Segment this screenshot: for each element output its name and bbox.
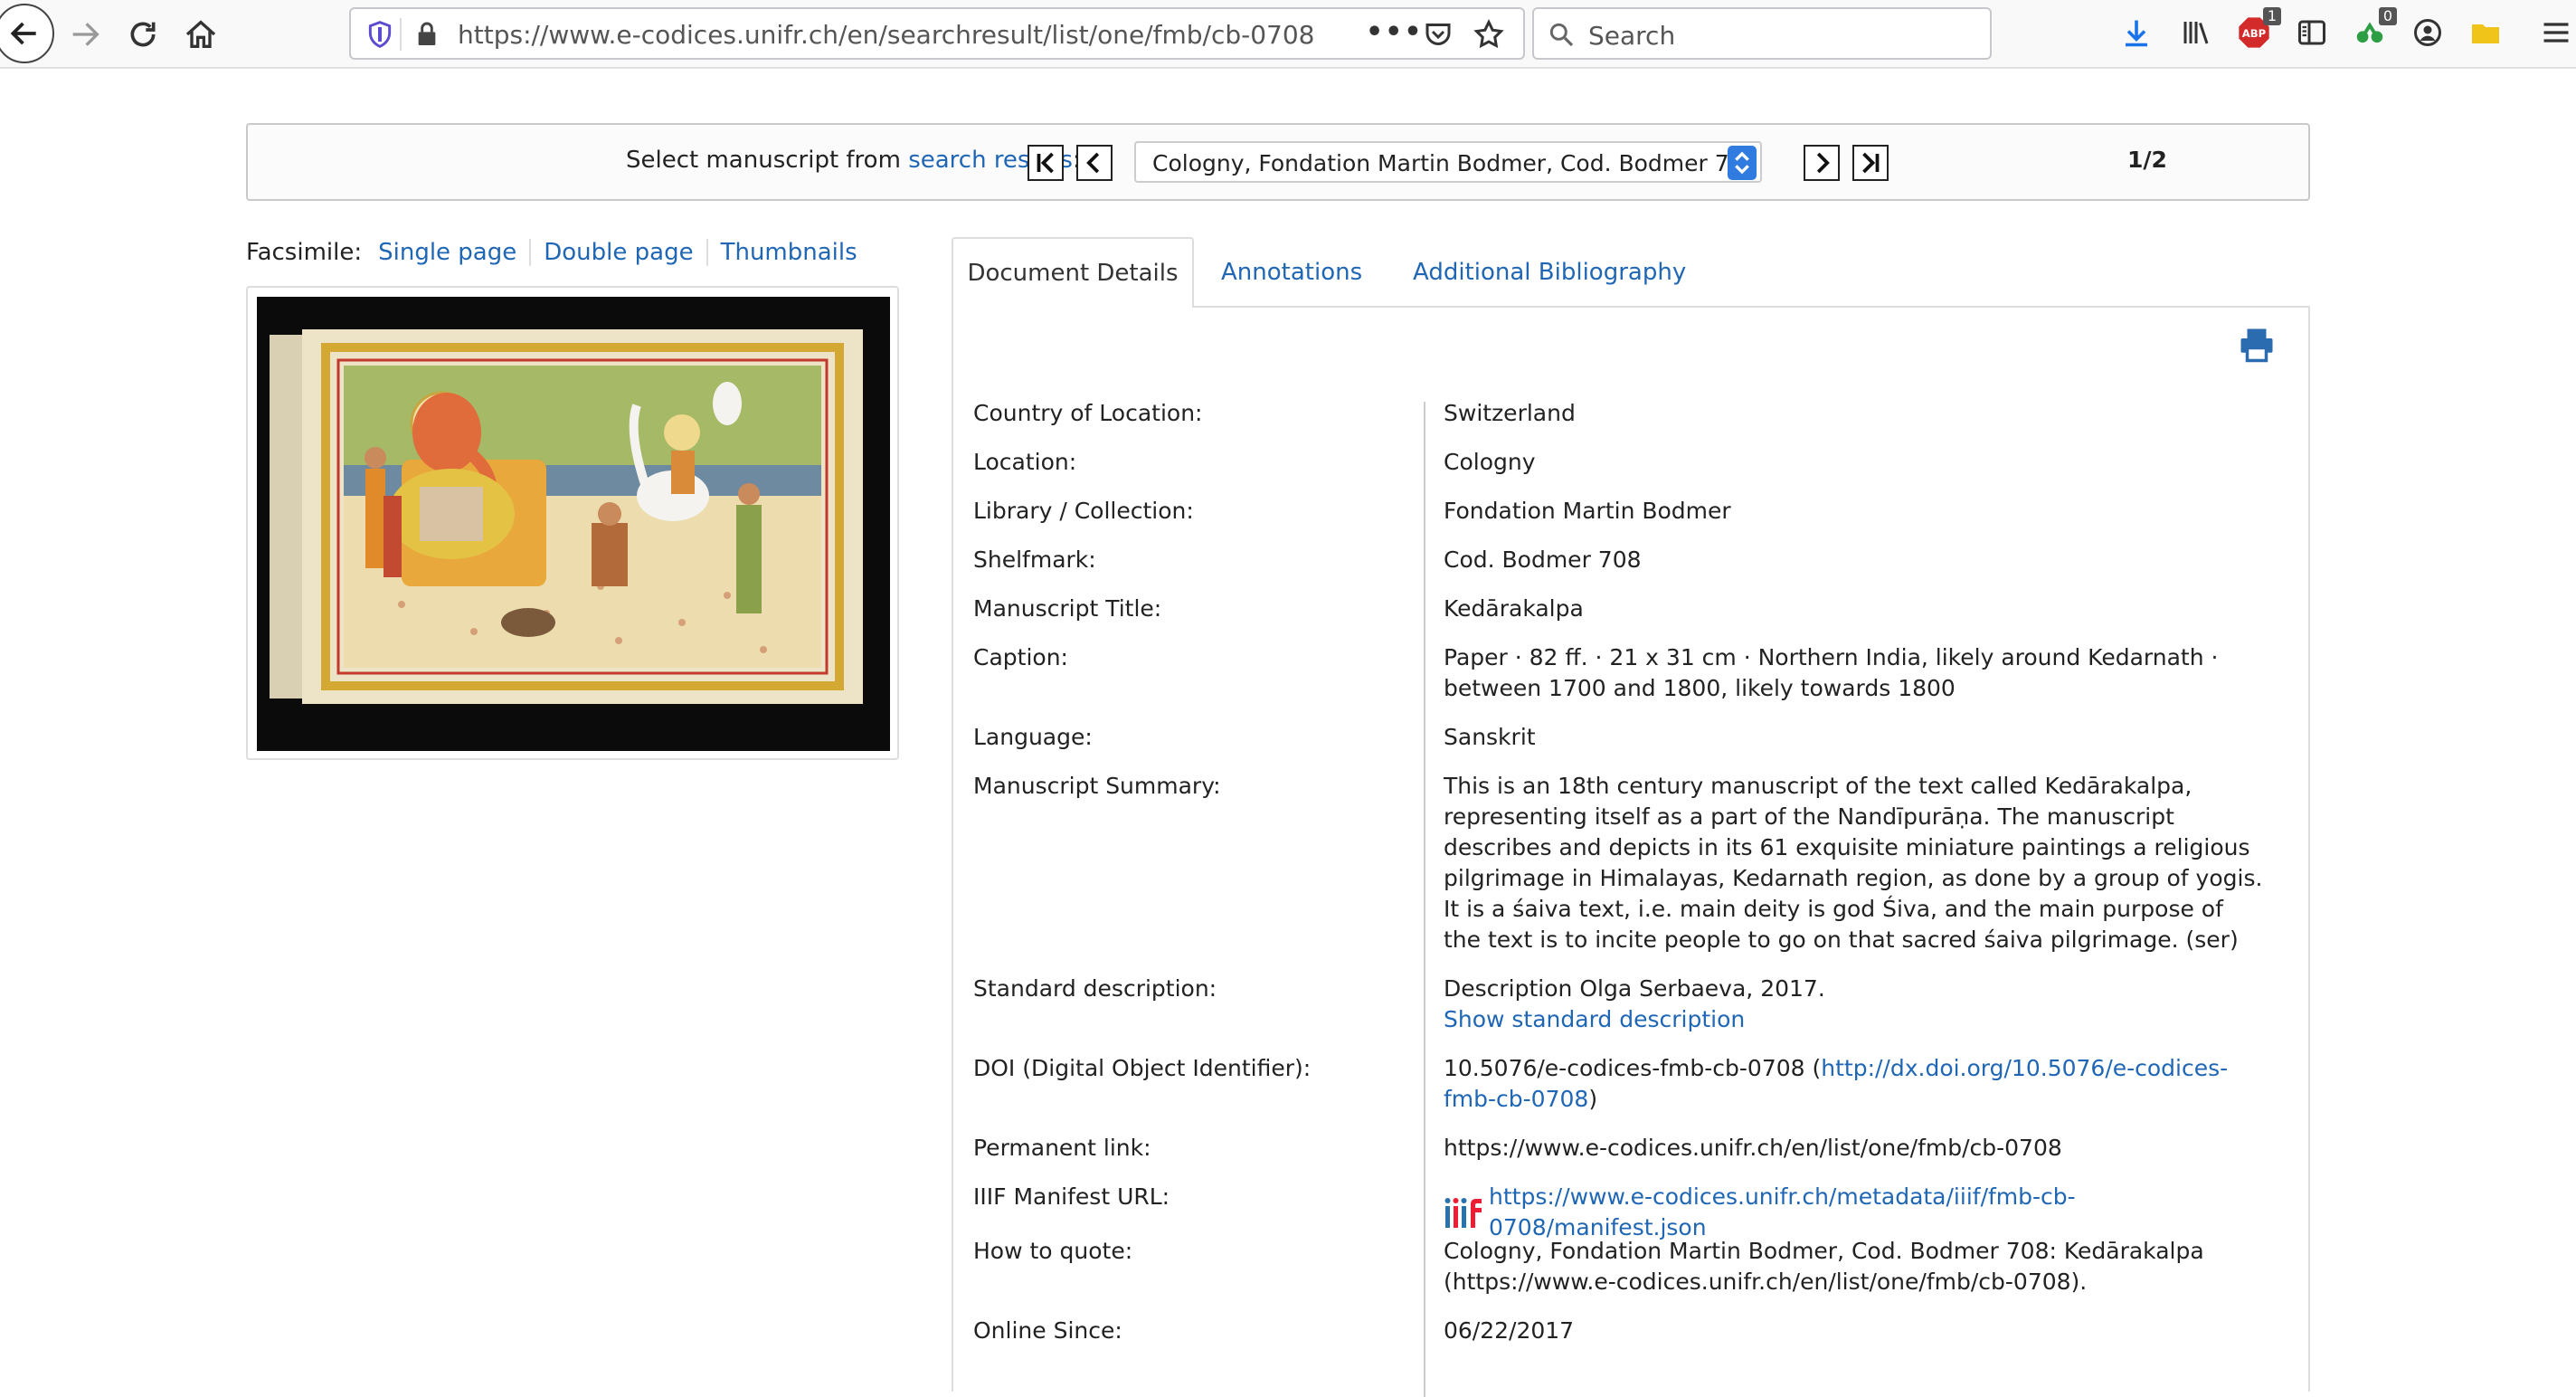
library-link[interactable]: Fondation Martin Bodmer bbox=[1444, 496, 2267, 527]
manuscript-dropdown[interactable]: Cologny, Fondation Martin Bodmer, Cod. B… bbox=[1134, 141, 1762, 183]
double-page-link[interactable]: Double page bbox=[529, 239, 706, 266]
tab-document-details[interactable]: Document Details bbox=[952, 237, 1194, 308]
detail-value: Description Olga Serbaeva, 2017. Show st… bbox=[1444, 974, 2267, 1035]
detail-label: Location: bbox=[973, 449, 1077, 475]
detail-label: IIIF Manifest URL: bbox=[973, 1183, 1170, 1210]
search-placeholder: Search bbox=[1588, 21, 1676, 51]
downloads-button[interactable] bbox=[2117, 13, 2156, 52]
reload-icon bbox=[130, 22, 156, 47]
menu-button[interactable] bbox=[2536, 13, 2576, 52]
browser-toolbar: https://www.e-codices.unifr.ch/en/search… bbox=[0, 0, 2576, 69]
tab-additional-bibliography[interactable]: Additional Bibliography bbox=[1413, 237, 1686, 308]
manuscript-thumbnail-image[interactable] bbox=[257, 297, 890, 751]
dropdown-selected-value: Cologny, Fondation Martin Bodmer, Cod. B… bbox=[1152, 150, 1758, 176]
back-arrow-icon bbox=[10, 22, 36, 45]
detail-label: Library / Collection: bbox=[973, 498, 1194, 524]
single-page-link[interactable]: Single page bbox=[376, 239, 529, 266]
permanent-link[interactable]: https://www.e-codices.unifr.ch/en/list/o… bbox=[1444, 1133, 2267, 1164]
document-details-panel: Country of Location: Switzerland Locatio… bbox=[952, 306, 2310, 1397]
folder-icon bbox=[2472, 24, 2499, 43]
detail-value: https://www.e-codices.unifr.ch/metadata/… bbox=[1444, 1182, 2267, 1243]
first-page-icon bbox=[1037, 152, 1054, 174]
detail-value: Cologny bbox=[1444, 449, 1536, 475]
svg-text:ABP: ABP bbox=[2242, 27, 2267, 40]
standard-description-text: Description Olga Serbaeva, 2017. bbox=[1444, 975, 1825, 1002]
next-result-button[interactable] bbox=[1804, 145, 1840, 181]
iiif-logo-icon[interactable] bbox=[1444, 1195, 1483, 1230]
tracking-shield-icon[interactable] bbox=[365, 20, 394, 49]
extension-button[interactable]: 0 bbox=[2350, 7, 2397, 52]
detail-label: Manuscript Summary: bbox=[973, 773, 1221, 799]
detail-label: Language: bbox=[973, 724, 1093, 750]
detail-label: Manuscript Title: bbox=[973, 595, 1162, 622]
forward-button[interactable] bbox=[60, 9, 110, 60]
country-link[interactable]: Switzerland bbox=[1444, 398, 2267, 429]
chevron-left-icon bbox=[1086, 152, 1100, 174]
show-standard-description-link[interactable]: Show standard description bbox=[1444, 1006, 1745, 1032]
thumbnails-link[interactable]: Thumbnails bbox=[706, 239, 870, 266]
lock-icon[interactable] bbox=[412, 20, 441, 49]
result-count: 1/2 bbox=[2127, 147, 2167, 173]
sidebar-icon bbox=[2298, 20, 2325, 45]
urlbar-separator bbox=[400, 18, 402, 51]
sidebar-toggle-button[interactable] bbox=[2292, 13, 2332, 52]
detail-label: DOI (Digital Object Identifier): bbox=[973, 1055, 1312, 1081]
download-icon bbox=[2126, 20, 2147, 47]
detail-label: Caption: bbox=[973, 644, 1068, 670]
detail-value: Cologny, Fondation Martin Bodmer, Cod. B… bbox=[1444, 1238, 2204, 1295]
detail-value: 10.5076/e-codices-fmb-cb-0708 (http://dx… bbox=[1444, 1053, 2267, 1115]
detail-label: How to quote: bbox=[973, 1238, 1133, 1264]
selector-label: Select manuscript from search results: bbox=[626, 147, 1081, 174]
search-icon bbox=[1549, 23, 1574, 47]
facsimile-thumbnail-frame[interactable] bbox=[246, 286, 899, 760]
detail-value: Cod. Bodmer 708 bbox=[1444, 546, 1642, 573]
pocket-icon[interactable] bbox=[1422, 18, 1454, 51]
account-icon bbox=[2414, 19, 2441, 46]
browser-search-input[interactable]: Search bbox=[1532, 7, 1992, 60]
iiif-manifest-link[interactable]: https://www.e-codices.unifr.ch/metadata/… bbox=[1489, 1182, 2267, 1243]
detail-label: Online Since: bbox=[973, 1317, 1122, 1344]
library-button[interactable] bbox=[2176, 13, 2216, 52]
manuscript-selector-box: Select manuscript from search results: C… bbox=[246, 123, 2310, 201]
tab-annotations[interactable]: Annotations bbox=[1221, 237, 1362, 308]
detail-value: 06/22/2017 bbox=[1444, 1317, 1575, 1344]
detail-label: Permanent link: bbox=[973, 1135, 1151, 1161]
detail-value: Kedārakalpa bbox=[1444, 595, 1584, 622]
detail-value: This is an 18th century manuscript of th… bbox=[1444, 773, 2263, 953]
dropdown-arrow-icon[interactable] bbox=[1728, 146, 1757, 180]
detail-label: Standard description: bbox=[973, 975, 1217, 1002]
last-page-icon bbox=[1862, 152, 1880, 174]
home-button[interactable] bbox=[175, 9, 226, 60]
detail-value: Paper · 82 ff. · 21 x 31 cm · Northern I… bbox=[1444, 644, 2219, 701]
previous-result-button[interactable] bbox=[1076, 145, 1113, 181]
hamburger-menu-icon bbox=[2543, 23, 2569, 43]
facsimile-label: Facsimile: bbox=[246, 239, 363, 266]
doi-suffix: ) bbox=[1588, 1086, 1598, 1112]
facsimile-links: Facsimile: Single page Double page Thumb… bbox=[246, 239, 870, 266]
print-icon[interactable] bbox=[2238, 326, 2276, 364]
bookmark-star-icon[interactable] bbox=[1473, 18, 1505, 51]
last-result-button[interactable] bbox=[1852, 145, 1889, 181]
folder-extension-button[interactable] bbox=[2466, 13, 2505, 52]
language-link[interactable]: Sanskrit bbox=[1444, 722, 2267, 753]
adblock-badge: 1 bbox=[2262, 7, 2281, 25]
address-bar[interactable]: https://www.e-codices.unifr.ch/en/search… bbox=[349, 7, 1525, 60]
selector-label-prefix: Select manuscript from bbox=[626, 147, 901, 174]
url-text[interactable]: https://www.e-codices.unifr.ch/en/search… bbox=[458, 20, 1315, 50]
detail-label: Country of Location: bbox=[973, 400, 1203, 426]
doi-text: 10.5076/e-codices-fmb-cb-0708 ( bbox=[1444, 1055, 1822, 1081]
library-icon bbox=[2183, 22, 2209, 44]
reload-button[interactable] bbox=[118, 9, 168, 60]
account-button[interactable] bbox=[2408, 13, 2448, 52]
forward-arrow-icon bbox=[72, 23, 99, 46]
home-icon bbox=[185, 20, 216, 48]
chevron-right-icon bbox=[1816, 152, 1830, 174]
first-result-button[interactable] bbox=[1028, 145, 1064, 181]
back-button[interactable] bbox=[0, 4, 54, 63]
detail-label: Shelfmark: bbox=[973, 546, 1096, 573]
adblock-button[interactable]: ABP 1 bbox=[2234, 7, 2281, 52]
extension-badge: 0 bbox=[2378, 7, 2397, 25]
page-actions-icon[interactable]: ••• bbox=[1366, 16, 1424, 48]
